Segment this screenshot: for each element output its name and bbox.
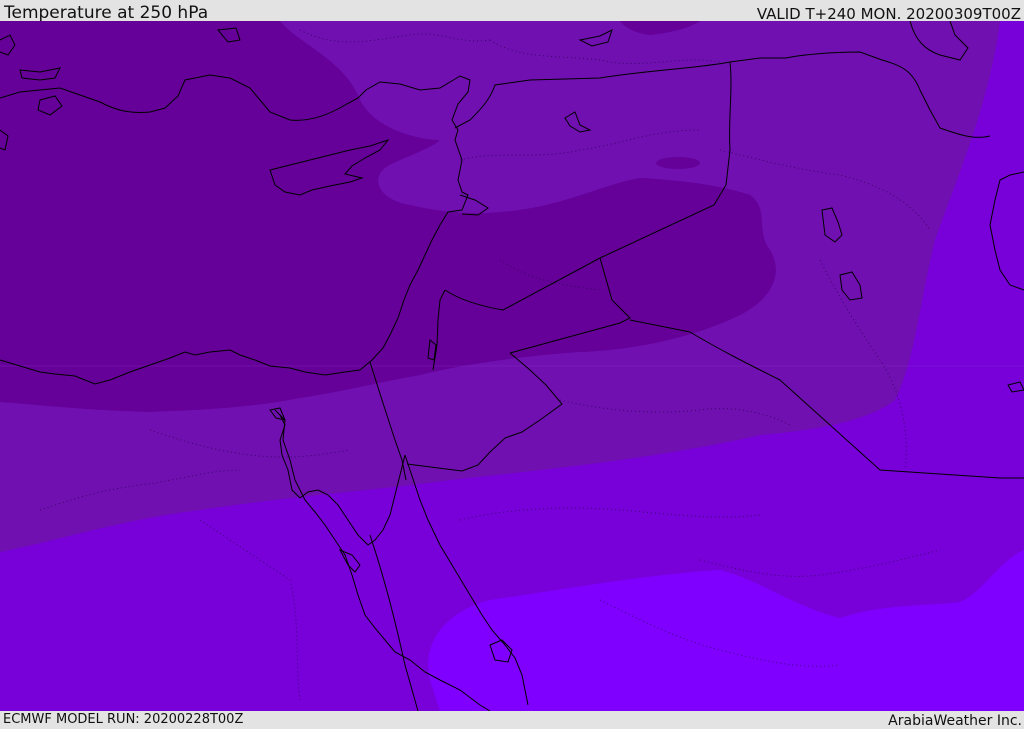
header-bar: Temperature at 250 hPa VALID T+240 MON. … <box>0 0 1024 23</box>
model-run-label: ECMWF MODEL RUN: 20200228T00Z <box>3 712 244 727</box>
map-title: Temperature at 250 hPa <box>4 3 209 23</box>
cold-pocket <box>656 157 700 169</box>
weather-map[interactable] <box>0 21 1024 711</box>
provider-credit: ArabiaWeather Inc. <box>888 713 1022 729</box>
footer-bar: ECMWF MODEL RUN: 20200228T00Z ArabiaWeat… <box>0 711 1024 729</box>
